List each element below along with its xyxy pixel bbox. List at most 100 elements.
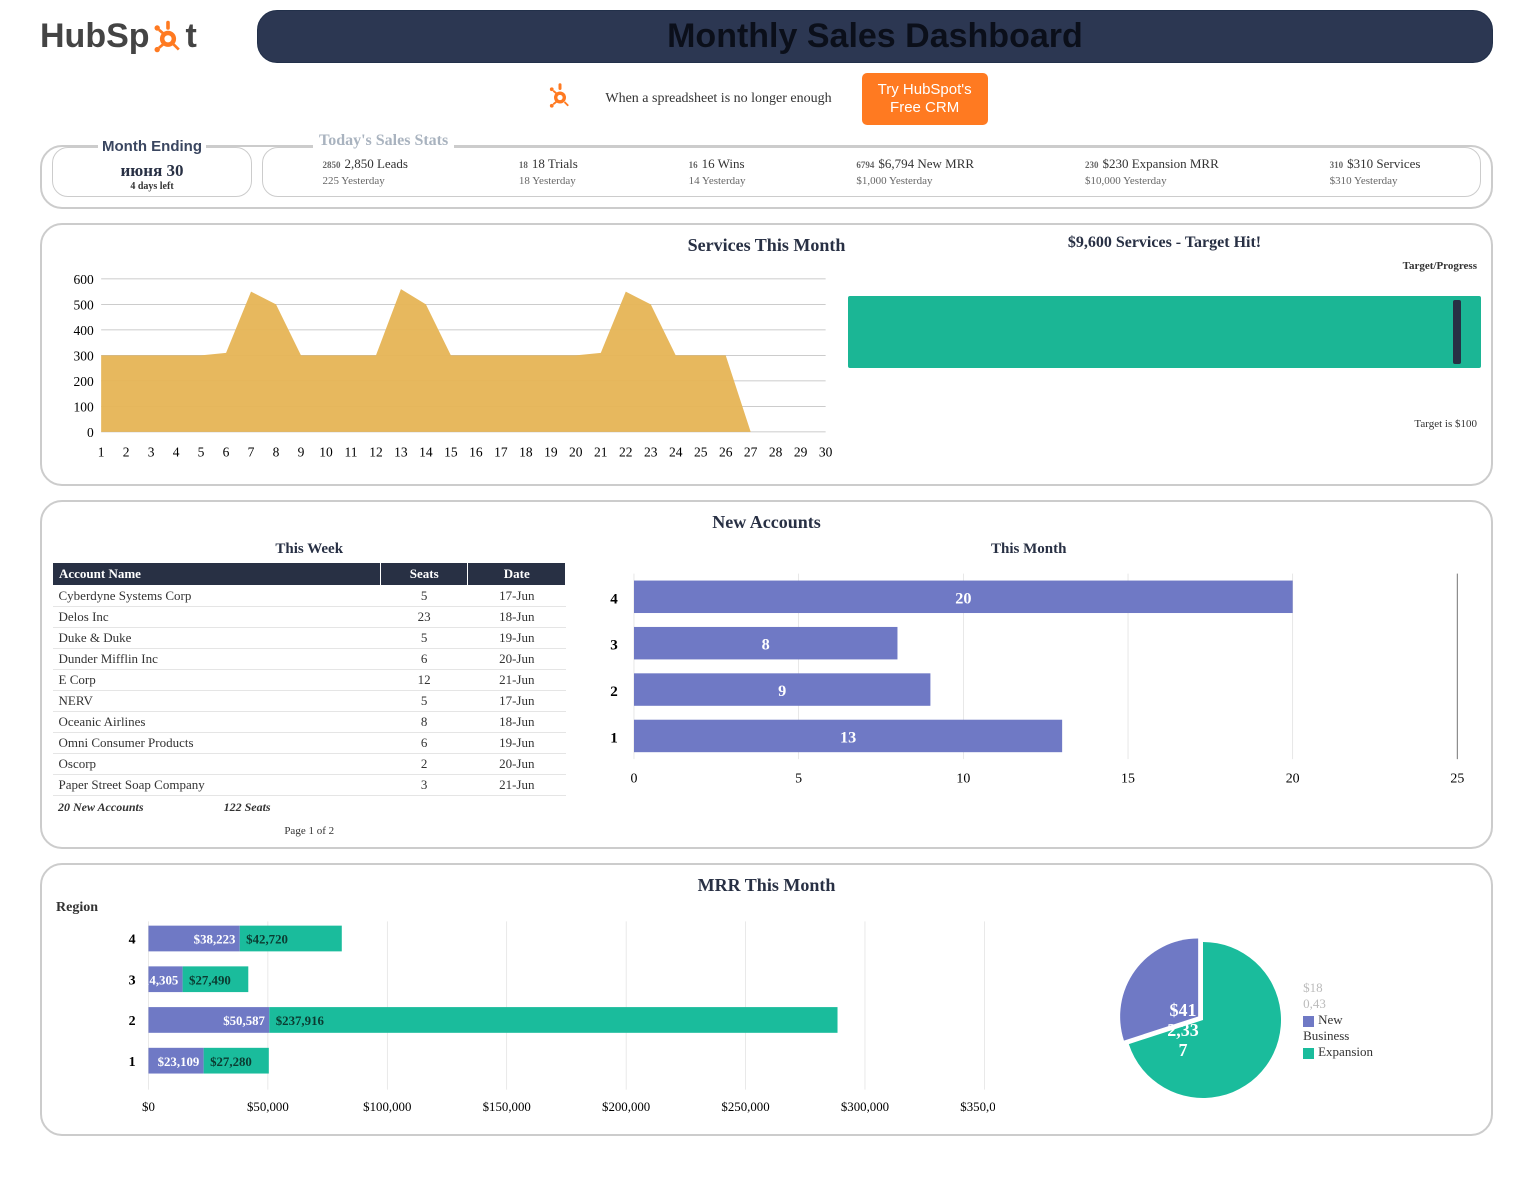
svg-text:6: 6 bbox=[223, 444, 230, 459]
svg-text:18: 18 bbox=[519, 444, 533, 459]
svg-text:$200,000: $200,000 bbox=[602, 1100, 650, 1114]
services-progress: Target/Progress $9,600 Services - Target… bbox=[848, 260, 1481, 474]
svg-text:4: 4 bbox=[173, 444, 180, 459]
page-title-pill: Monthly Sales Dashboard bbox=[257, 10, 1493, 63]
svg-text:25: 25 bbox=[694, 444, 708, 459]
svg-text:200: 200 bbox=[74, 374, 95, 389]
svg-text:23: 23 bbox=[644, 444, 658, 459]
svg-text:3: 3 bbox=[129, 973, 136, 988]
stats-panel: Month Ending июня 30 4 days left Today's… bbox=[40, 145, 1493, 209]
svg-text:5: 5 bbox=[796, 771, 803, 786]
month-ending-date: июня 30 bbox=[120, 161, 183, 181]
svg-text:$23,109: $23,109 bbox=[158, 1055, 200, 1069]
svg-text:20: 20 bbox=[956, 589, 972, 607]
mrr-panel: MRR This Month Region $0$50,000$100,000$… bbox=[40, 863, 1493, 1137]
svg-text:14: 14 bbox=[419, 444, 433, 459]
svg-text:1: 1 bbox=[611, 730, 619, 746]
stat-4: 230$230 Expansion MRR$10,000 Yesterday bbox=[1085, 156, 1219, 189]
services-area-chart: 0100200300400500600123456789101112131415… bbox=[52, 260, 838, 474]
mrr-pie-chart: $412,337 bbox=[1113, 930, 1293, 1110]
svg-text:600: 600 bbox=[74, 272, 95, 287]
todays-stats-box: Today's Sales Stats 28502,850 Leads225 Y… bbox=[262, 147, 1481, 197]
page-title: Monthly Sales Dashboard bbox=[667, 17, 1083, 55]
svg-text:$300,000: $300,000 bbox=[841, 1100, 889, 1114]
pager[interactable]: Page 1 of 2 bbox=[52, 825, 566, 837]
svg-text:21: 21 bbox=[594, 444, 608, 459]
stat-0: 28502,850 Leads225 Yesterday bbox=[322, 156, 408, 189]
svg-text:5: 5 bbox=[198, 444, 205, 459]
summary-accounts: 20 New Accounts bbox=[58, 800, 144, 815]
svg-text:26: 26 bbox=[719, 444, 733, 459]
try-crm-button[interactable]: Try HubSpot's Free CRM bbox=[862, 73, 988, 125]
accounts-bar-chart: 05101520254203829113 bbox=[576, 562, 1481, 794]
legend-exp: Expansion bbox=[1303, 1044, 1373, 1060]
svg-text:$150,000: $150,000 bbox=[483, 1100, 531, 1114]
svg-text:$100,000: $100,000 bbox=[363, 1100, 411, 1114]
mrr-bar-chart: $0$50,000$100,000$150,000$200,000$250,00… bbox=[52, 916, 995, 1120]
svg-text:15: 15 bbox=[444, 444, 458, 459]
svg-text:8: 8 bbox=[762, 635, 770, 653]
svg-text:$237,916: $237,916 bbox=[276, 1014, 325, 1028]
table-row: Oscorp220-Jun bbox=[53, 753, 566, 774]
target-progress-label: Target/Progress bbox=[1403, 260, 1477, 272]
table-row: Omni Consumer Products619-Jun bbox=[53, 732, 566, 753]
stat-1: 1818 Trials18 Yesterday bbox=[519, 156, 578, 189]
target-note: Target is $100 bbox=[1414, 418, 1477, 430]
svg-text:$50,587: $50,587 bbox=[223, 1014, 265, 1028]
region-label: Region bbox=[56, 900, 1481, 916]
svg-text:2: 2 bbox=[123, 444, 130, 459]
table-row: Paper Street Soap Company321-Jun bbox=[53, 774, 566, 795]
sprocket-icon bbox=[150, 19, 186, 55]
svg-text:7: 7 bbox=[248, 444, 255, 459]
svg-text:9: 9 bbox=[298, 444, 305, 459]
table-row: Duke & Duke519-Jun bbox=[53, 627, 566, 648]
month-ending-box: Month Ending июня 30 4 days left bbox=[52, 147, 252, 197]
col-seats: Seats bbox=[381, 562, 468, 585]
svg-text:$27,280: $27,280 bbox=[210, 1055, 252, 1069]
accounts-table: Account Name Seats Date Cyberdyne System… bbox=[52, 562, 566, 796]
svg-text:4: 4 bbox=[129, 932, 136, 947]
svg-text:2,33: 2,33 bbox=[1167, 1020, 1199, 1040]
svg-text:9: 9 bbox=[779, 682, 787, 700]
svg-text:16: 16 bbox=[469, 444, 483, 459]
svg-text:11: 11 bbox=[344, 444, 357, 459]
svg-text:20: 20 bbox=[569, 444, 583, 459]
svg-text:10: 10 bbox=[957, 771, 971, 786]
table-row: Delos Inc2318-Jun bbox=[53, 606, 566, 627]
svg-text:12: 12 bbox=[369, 444, 383, 459]
svg-text:13: 13 bbox=[394, 444, 408, 459]
svg-text:0: 0 bbox=[87, 425, 94, 440]
svg-text:7: 7 bbox=[1179, 1040, 1188, 1060]
svg-text:400: 400 bbox=[74, 323, 95, 338]
table-row: Cyberdyne Systems Corp517-Jun bbox=[53, 585, 566, 606]
stat-3: 6794$6,794 New MRR$1,000 Yesterday bbox=[856, 156, 974, 189]
svg-text:8: 8 bbox=[273, 444, 280, 459]
svg-text:2: 2 bbox=[611, 684, 619, 700]
svg-text:3: 3 bbox=[611, 637, 619, 653]
svg-text:500: 500 bbox=[74, 297, 95, 312]
svg-text:$350,000: $350,000 bbox=[960, 1100, 995, 1114]
svg-text:19: 19 bbox=[544, 444, 558, 459]
svg-text:3: 3 bbox=[148, 444, 155, 459]
progress-bar bbox=[848, 296, 1481, 368]
svg-text:27: 27 bbox=[744, 444, 758, 459]
table-row: E Corp1221-Jun bbox=[53, 669, 566, 690]
col-date: Date bbox=[468, 562, 566, 585]
svg-text:10: 10 bbox=[319, 444, 333, 459]
svg-text:13: 13 bbox=[840, 728, 856, 746]
svg-text:28: 28 bbox=[769, 444, 783, 459]
svg-text:300: 300 bbox=[74, 348, 95, 363]
table-row: NERV517-Jun bbox=[53, 690, 566, 711]
days-left: 4 days left bbox=[130, 181, 173, 192]
cta-tagline: When a spreadsheet is no longer enough bbox=[605, 91, 831, 107]
svg-text:100: 100 bbox=[74, 399, 95, 414]
stats-heading: Today's Sales Stats bbox=[313, 132, 454, 150]
stat-5: 310$310 Services$310 Yesterday bbox=[1330, 156, 1421, 189]
services-panel: Services This Month 01002003004005006001… bbox=[40, 223, 1493, 486]
svg-text:1: 1 bbox=[98, 444, 105, 459]
new-accounts-panel: New Accounts This Week Account Name Seat… bbox=[40, 500, 1493, 849]
svg-text:0: 0 bbox=[631, 771, 638, 786]
this-month-label: This Month bbox=[576, 541, 1481, 558]
col-account: Account Name bbox=[53, 562, 381, 585]
svg-text:29: 29 bbox=[794, 444, 808, 459]
